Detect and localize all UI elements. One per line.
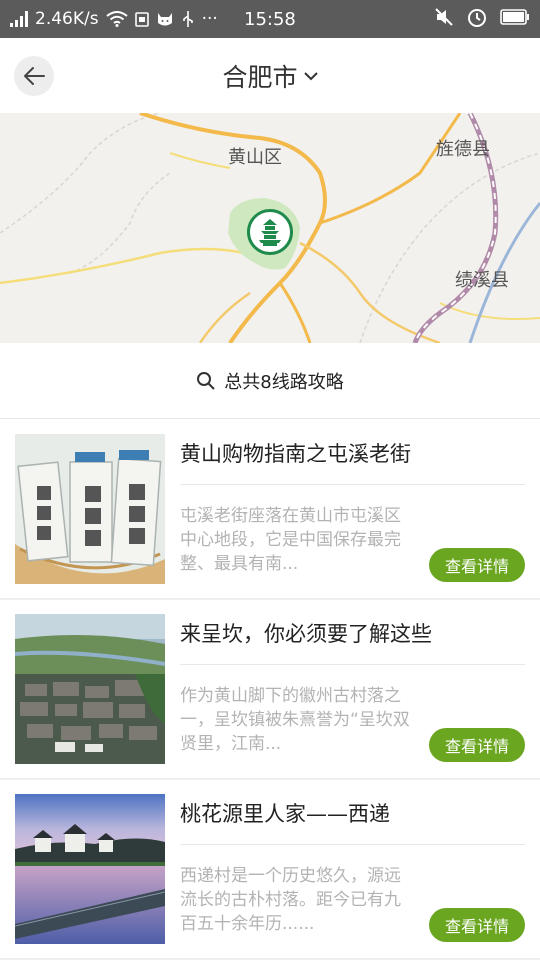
thumbnail-chengkan-village (15, 614, 165, 764)
map-view[interactable]: 黄山区 旌德县 绩溪县 (0, 113, 540, 343)
pagoda-marker-icon[interactable] (247, 209, 293, 255)
thumbnail-xidi-village (15, 794, 165, 944)
divider (180, 844, 525, 845)
route-list: 黄山购物指南之屯溪老街 屯溪老街座落在黄山市屯溪区中心地段，它是中国保存最完整、… (0, 420, 540, 960)
route-title[interactable]: 黄山购物指南之屯溪老街 (180, 438, 411, 468)
view-details-button[interactable]: 查看详情 (429, 908, 525, 942)
cat-icon (157, 13, 172, 26)
map-label-huangshan: 黄山区 (228, 147, 282, 168)
battery-icon (500, 9, 529, 25)
status-time: 15:58 (244, 9, 296, 30)
map-label-jingde: 旌德县 (436, 139, 490, 160)
route-summary-text: 总共8线路攻略 (224, 371, 344, 393)
city-selector[interactable]: 合肥市 (0, 58, 540, 94)
route-description: 西递村是一个历史悠久，源远流长的古朴村落。距今已有九百五十余年历...... (180, 866, 401, 934)
map-label-jixi: 绩溪县 (455, 270, 509, 291)
search-icon (197, 371, 215, 390)
wifi-icon (105, 11, 128, 27)
route-title[interactable]: 来呈坎，你必须要了解这些 (180, 618, 432, 648)
chevron-down-icon (303, 72, 318, 81)
usb-icon (182, 11, 193, 27)
list-item[interactable]: 桃花源里人家——西递 西递村是一个历史悠久，源远流长的古朴村落。距今已有九百五十… (0, 780, 540, 960)
view-details-button[interactable]: 查看详情 (429, 728, 525, 762)
more-notifications: ··· (201, 9, 218, 29)
page-title: 合肥市 (222, 63, 298, 92)
route-summary[interactable]: 总共8线路攻略 (0, 343, 540, 419)
route-title[interactable]: 桃花源里人家——西递 (180, 798, 390, 828)
divider (180, 664, 525, 665)
mute-icon (435, 8, 453, 26)
divider (180, 484, 525, 485)
status-bar: 2.46K/s ··· 15:58 (0, 0, 540, 38)
signal-icon (10, 11, 28, 27)
list-item[interactable]: 黄山购物指南之屯溪老街 屯溪老街座落在黄山市屯溪区中心地段，它是中国保存最完整、… (0, 420, 540, 600)
route-description: 屯溪老街座落在黄山市屯溪区中心地段，它是中国保存最完整、最具有南... (180, 506, 401, 574)
header: 合肥市 (0, 38, 540, 113)
view-details-button[interactable]: 查看详情 (429, 548, 525, 582)
list-item[interactable]: 来呈坎，你必须要了解这些 作为黄山脚下的徽州古村落之一，呈坎镇被朱熹誉为“呈坎双… (0, 600, 540, 780)
network-speed: 2.46K/s (35, 9, 99, 29)
alarm-icon (468, 9, 486, 27)
route-description: 作为黄山脚下的徽州古村落之一，呈坎镇被朱熹誉为“呈坎双贤里，江南... (180, 686, 410, 754)
thumbnail-mo-su-cakes (15, 434, 165, 584)
sim-icon (134, 12, 149, 27)
